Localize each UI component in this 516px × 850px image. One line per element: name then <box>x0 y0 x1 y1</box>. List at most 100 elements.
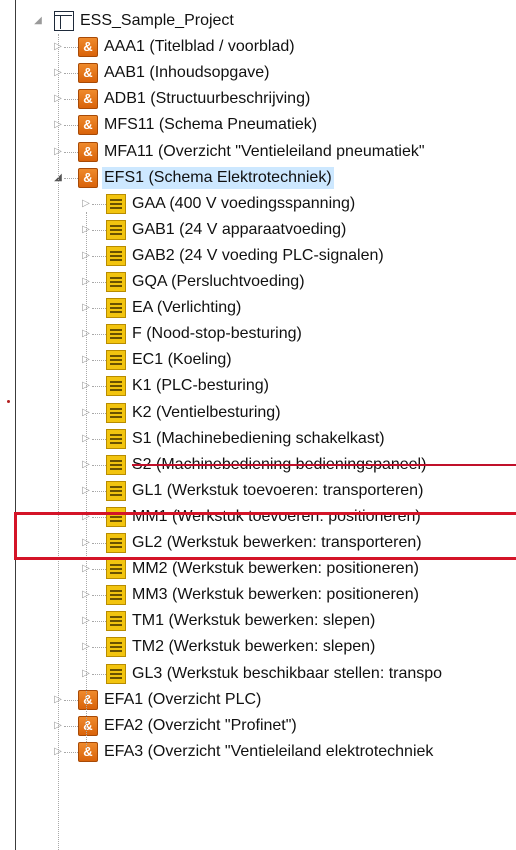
tree-connector <box>92 386 106 388</box>
schematic-page-icon <box>106 611 126 632</box>
tree-item-document[interactable]: ▷ & MFA11 (Overzicht "Ventieleiland pneuma… <box>0 139 516 165</box>
tree-connector <box>64 725 78 727</box>
tree-connector <box>92 647 106 649</box>
schematic-page-icon <box>106 193 126 214</box>
tree-item-label: K1 (PLC-besturing) <box>132 377 269 395</box>
tree-item-page[interactable]: ▷ TM1 (Werkstuk bewerken: slepen) <box>0 608 516 634</box>
schematic-page-icon <box>106 245 126 266</box>
tree-item-page[interactable]: ▷ S2 (Machinebediening bedieningspaneel) <box>0 452 516 478</box>
tree-item-document[interactable]: ▷ & AAB1 (Inhoudsopgave) <box>0 60 516 86</box>
tree-connector <box>64 125 78 127</box>
tree-connector <box>64 177 78 179</box>
schematic-page-icon <box>106 637 126 658</box>
schematic-page-icon <box>106 219 126 240</box>
tree-connector <box>92 490 106 492</box>
tree-item-document[interactable]: ▷ & EFA2 (Overzicht "Profinet") <box>0 713 516 739</box>
tree-guide-line <box>58 34 59 850</box>
tree-item-label: S1 (Machinebediening schakelkast) <box>132 429 385 447</box>
tree-item-label: F (Nood-stop-besturing) <box>132 325 302 343</box>
tree-item-label: TM1 (Werkstuk bewerken: slepen) <box>132 612 376 630</box>
tree-item-document[interactable]: ▷ & EFA1 (Overzicht PLC) <box>0 687 516 713</box>
tree-item-label: GAB2 (24 V voeding PLC-signalen) <box>132 246 384 264</box>
schematic-page-icon <box>106 350 126 371</box>
tree-item-page[interactable]: ▷ GQA (Persluchtvoeding) <box>0 269 516 295</box>
tree-item-label: EFA3 (Overzicht "Ventieleiland elektrote… <box>104 742 434 760</box>
orange-page-icon: & <box>78 115 98 136</box>
tree-root-label: ESS_Sample_Project <box>80 12 234 29</box>
tree-item-document[interactable]: ▷ & MFS11 (Schema Pneumatiek) <box>0 112 516 138</box>
tree-item-page[interactable]: ▷ GL1 (Werkstuk toevoeren: transporteren) <box>0 478 516 504</box>
tree-connector <box>92 282 106 283</box>
tree-item-page[interactable]: ▷ GAB1 (24 V apparaatvoeding) <box>0 217 516 243</box>
orange-page-icon: & <box>78 689 98 710</box>
tree-item-label: TM2 (Werkstuk bewerken: slepen) <box>132 638 376 656</box>
tree-item-page[interactable]: ▷ EC1 (Koeling) <box>0 347 516 373</box>
tree-item-page[interactable]: ▷ MM3 (Werkstuk bewerken: positioneren) <box>0 582 516 608</box>
tree-connector <box>64 699 78 701</box>
tree-item-label: GL1 (Werkstuk toevoeren: transporteren) <box>132 481 424 499</box>
tree-item-page[interactable]: ▷ EA (Verlichting) <box>0 295 516 321</box>
project-icon <box>54 11 74 31</box>
annotation-highlight-box <box>14 512 516 560</box>
strikethrough-mark <box>132 463 516 466</box>
tree-item-page[interactable]: ▷ GAA (400 V voedingsspanning) <box>0 191 516 217</box>
collapse-arrow-icon[interactable]: ◢ <box>32 14 44 28</box>
tree-connector <box>64 99 78 101</box>
orange-page-icon: & <box>78 167 98 188</box>
tree-connector <box>92 621 106 623</box>
tree-item-page[interactable]: ▷ K2 (Ventielbesturing) <box>0 400 516 426</box>
tree-item-label: MFS11 (Schema Pneumatiek) <box>104 116 318 134</box>
tree-item-page[interactable]: ▷ S1 (Machinebediening schakelkast) <box>0 426 516 452</box>
tree-item-label: GAA (400 V voedingsspanning) <box>132 194 356 212</box>
orange-page-icon: & <box>78 141 98 162</box>
tree-item-page[interactable]: ▷ TM2 (Werkstuk bewerken: slepen) <box>0 634 516 660</box>
tree-root[interactable]: ◢ ESS_Sample_Project <box>0 8 516 34</box>
tree-connector <box>92 334 106 336</box>
tree-connector <box>92 412 106 414</box>
tree-item-label: GL3 (Werkstuk beschikbaar stellen: trans… <box>132 664 443 682</box>
schematic-page-icon <box>106 454 126 475</box>
schematic-page-icon <box>106 585 126 606</box>
tree-item-document[interactable]: ▷ & ADB1 (Structuurbeschrijving) <box>0 86 516 112</box>
tree-item-label: MFA11 (Overzicht "Ventieleiland pneumati… <box>104 142 425 160</box>
tree-item-label: EA (Verlichting) <box>132 299 242 317</box>
tree-item-label: MM2 (Werkstuk bewerken: positioneren) <box>132 560 419 578</box>
tree-connector <box>92 595 106 597</box>
schematic-page-icon <box>106 480 126 501</box>
tree-connector <box>64 151 78 153</box>
tree-item-label: GQA (Persluchtvoeding) <box>132 273 305 290</box>
tree-connector <box>64 73 78 75</box>
tree-connector <box>92 569 106 571</box>
tree-connector <box>92 673 106 675</box>
tree-connector <box>92 203 106 205</box>
tree-item-label: ADB1 (Structuurbeschrijving) <box>104 90 311 108</box>
tree-item-document[interactable]: ◢ & EFS1 (Schema Elektrotechniek) <box>0 165 516 191</box>
tree-connector <box>64 751 78 753</box>
tree-item-page[interactable]: ▷ GL3 (Werkstuk beschikbaar stellen: tran… <box>0 661 516 687</box>
tree-item-page[interactable]: ▷ K1 (PLC-besturing) <box>0 373 516 399</box>
tree-connector <box>92 308 106 310</box>
tree-item-label: AAB1 (Inhoudsopgave) <box>104 64 270 82</box>
schematic-page-icon <box>106 298 126 319</box>
tree-item-label: EFA2 (Overzicht "Profinet") <box>104 716 297 734</box>
tree-item-document[interactable]: ▷ & AAA1 (Titelblad / voorblad) <box>0 34 516 60</box>
tree-item-label: AAA1 (Titelblad / voorblad) <box>104 38 295 56</box>
tree-connector <box>92 255 106 257</box>
tree-connector <box>92 464 106 466</box>
schematic-page-icon <box>106 428 126 449</box>
tree-connector <box>64 47 78 49</box>
tree-item-page[interactable]: ▷ GAB2 (24 V voeding PLC-signalen) <box>0 243 516 269</box>
tree-item-document[interactable]: ▷ & EFA3 (Overzicht "Ventieleiland elektro… <box>0 739 516 765</box>
orange-page-icon: & <box>78 741 98 762</box>
tree-item-label: EC1 (Koeling) <box>132 351 232 369</box>
schematic-page-icon <box>106 402 126 423</box>
schematic-page-icon <box>106 376 126 397</box>
tree-item-label: EFA1 (Overzicht PLC) <box>104 690 262 708</box>
schematic-page-icon <box>106 324 126 345</box>
orange-page-icon: & <box>78 63 98 84</box>
orange-page-icon: & <box>78 89 98 110</box>
tree-item-page[interactable]: ▷ F (Nood-stop-besturing) <box>0 321 516 347</box>
orange-page-icon: & <box>78 715 98 736</box>
tree-item-label: EFS1 (Schema Elektrotechniek) <box>102 166 334 189</box>
expand-arrow-icon[interactable]: ▷ <box>80 197 92 211</box>
